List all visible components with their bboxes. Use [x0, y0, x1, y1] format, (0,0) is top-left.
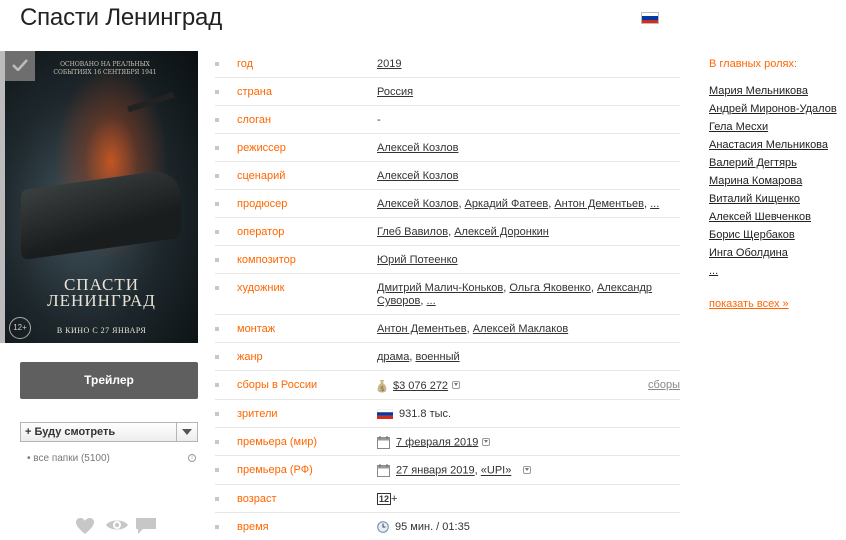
info-row-producer: продюсер Алексей Козлов, Аркадий Фатеев,… [215, 190, 680, 218]
rating-actions [75, 517, 157, 535]
comment-icon[interactable] [135, 517, 157, 535]
info-row-time: время 95 мин. / 01:35 [215, 513, 680, 540]
actor-link[interactable]: Андрей Миронов-Удалов [709, 103, 837, 115]
actor-link[interactable]: Виталий Кищенко [709, 193, 800, 205]
heart-icon[interactable] [75, 517, 97, 535]
operator-link[interactable]: Алексей Доронкин [454, 226, 549, 238]
artist-link[interactable]: Ольга Яковенко [509, 282, 591, 294]
box-office-link[interactable]: $3 076 272 [393, 380, 448, 392]
info-row-premiere-world: премьера (мир) 7 февраля 2019 [215, 428, 680, 457]
info-row-year: год 2019 [215, 50, 680, 78]
poster-tagline: ОСНОВАНО НА РЕАЛЬНЫХ СОБЫТИЯХ 16 СЕНТЯБР… [53, 61, 157, 76]
genre-link[interactable]: драма [377, 351, 409, 363]
cast-heading: В главных ролях: [709, 58, 798, 70]
list-item: ... [709, 262, 844, 280]
chevron-down-icon [182, 429, 192, 435]
actor-link[interactable]: Анастасия Мельникова [709, 139, 828, 151]
distributor-link[interactable]: «UPI» [481, 465, 512, 477]
actor-link[interactable]: Алексей Шевченков [709, 211, 811, 223]
actor-link[interactable]: Валерий Дегтярь [709, 157, 797, 169]
producer-more-link[interactable]: ... [650, 198, 659, 210]
list-item: Валерий Дегтярь [709, 154, 844, 172]
calendar-icon [377, 436, 390, 449]
chevron-down-icon[interactable] [523, 465, 532, 474]
writer-link[interactable]: Алексей Козлов [377, 170, 458, 182]
poster-title: СПАСТИ ЛЕНИНГРАД [47, 275, 156, 310]
actor-link[interactable]: Мария Мельникова [709, 85, 808, 97]
movie-info-table: год 2019 страна Россия слоган - режиссер… [215, 50, 680, 540]
cast-more-link[interactable]: ... [709, 265, 718, 277]
editor-link[interactable]: Алексей Маклаков [473, 323, 568, 335]
show-all-cast-link[interactable]: показать всех » [709, 298, 844, 310]
info-row-composer: композитор Юрий Потеенко [215, 246, 680, 274]
seen-checkmark-button[interactable] [5, 51, 35, 81]
artist-more-link[interactable]: ... [427, 295, 436, 307]
actor-link[interactable]: Инга Оболдина [709, 247, 788, 259]
box-office-details-link[interactable]: сборы [648, 379, 680, 392]
info-row-age: возраст 12 + [215, 485, 680, 513]
actor-link[interactable]: Гела Месхи [709, 121, 768, 133]
producer-link[interactable]: Аркадий Фатеев [465, 198, 549, 210]
editor-link[interactable]: Антон Дементьев [377, 323, 467, 335]
actor-link[interactable]: Борис Щербаков [709, 229, 795, 241]
svg-text:$: $ [380, 385, 384, 393]
chevron-down-icon[interactable] [482, 437, 491, 446]
list-item: Марина Комарова [709, 172, 844, 190]
list-item: Анастасия Мельникова [709, 136, 844, 154]
info-row-premiere-rf: премьера (РФ) 27 января 2019, «UPI» [215, 456, 680, 485]
runtime-value: 95 мин. / 01:35 [395, 520, 470, 533]
artist-link[interactable]: Дмитрий Малич-Коньков [377, 282, 503, 294]
info-row-artist: художник Дмитрий Малич-Коньков, Ольга Як… [215, 274, 680, 315]
checkmark-icon [12, 59, 28, 71]
poster-release: В КИНО С 27 ЯНВАРЯ [56, 326, 147, 335]
main-cast: В главных ролях: Мария Мельникова Андрей… [709, 58, 844, 310]
list-item: Гела Месхи [709, 118, 844, 136]
producer-link[interactable]: Антон Дементьев [554, 198, 644, 210]
info-row-director: режиссер Алексей Козлов [215, 134, 680, 162]
chevron-down-icon[interactable] [452, 381, 461, 389]
list-item: Алексей Шевченков [709, 208, 844, 226]
money-bag-icon: $ [377, 380, 387, 393]
calendar-icon [377, 464, 390, 478]
year-link[interactable]: 2019 [377, 58, 401, 70]
page-title: Спасти Ленинград [20, 4, 223, 31]
russia-flag-icon [641, 12, 659, 24]
cast-list: Мария Мельникова Андрей Миронов-Удалов Г… [709, 82, 844, 280]
watchlist-label: + Буду смотреть [25, 426, 116, 438]
trailer-button[interactable]: Трейлер [20, 362, 198, 399]
slogan-value: - [377, 114, 381, 126]
operator-link[interactable]: Глеб Вавилов [377, 226, 448, 238]
actor-link[interactable]: Марина Комарова [709, 175, 802, 187]
info-icon[interactable]: i [188, 454, 196, 462]
composer-link[interactable]: Юрий Потеенко [377, 254, 458, 266]
eye-icon[interactable] [105, 517, 128, 535]
list-item: Мария Мельникова [709, 82, 844, 100]
age-rating-badge: 12 [377, 492, 392, 505]
country-link[interactable]: Россия [377, 86, 413, 98]
producer-link[interactable]: Алексей Козлов [377, 198, 458, 210]
info-row-operator: оператор Глеб Вавилов, Алексей Доронкин [215, 218, 680, 246]
premiere-world-link[interactable]: 7 февраля 2019 [396, 436, 478, 448]
info-row-country: страна Россия [215, 78, 680, 106]
list-item: Андрей Миронов-Удалов [709, 100, 844, 118]
clock-icon [377, 521, 389, 533]
watchlist-dropdown-button[interactable] [176, 423, 197, 441]
viewers-value: 931.8 тыс. [399, 408, 452, 420]
watchlist-select[interactable]: + Буду смотреть [20, 422, 198, 442]
info-row-box-office: сборы в России $ $3 076 272 сборы [215, 371, 680, 400]
info-row-genre: жанр драма, военный [215, 343, 680, 371]
russia-flag-icon [377, 409, 393, 420]
list-item: Виталий Кищенко [709, 190, 844, 208]
genre-link[interactable]: военный [415, 351, 459, 363]
info-row-viewers: зрители 931.8 тыс. [215, 400, 680, 428]
info-row-slogan: слоган - [215, 106, 680, 134]
info-row-writer: сценарий Алексей Козлов [215, 162, 680, 190]
list-item: Борис Щербаков [709, 226, 844, 244]
list-item: Инга Оболдина [709, 244, 844, 262]
all-folders-link[interactable]: • все папки (5100) [27, 453, 110, 464]
premiere-rf-link[interactable]: 27 января 2019 [396, 465, 475, 477]
director-link[interactable]: Алексей Козлов [377, 142, 458, 154]
info-row-editing: монтаж Антон Дементьев, Алексей Маклаков [215, 315, 680, 343]
movie-poster[interactable]: ОСНОВАНО НА РЕАЛЬНЫХ СОБЫТИЯХ 16 СЕНТЯБР… [5, 51, 198, 343]
